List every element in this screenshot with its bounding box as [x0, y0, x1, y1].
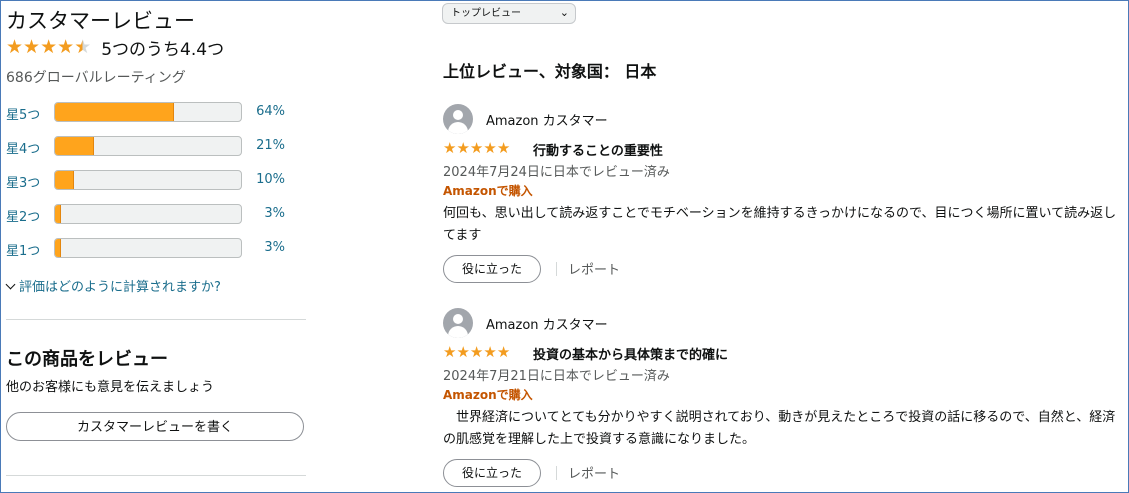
divider [6, 475, 306, 476]
chevron-down-icon: ⌄ [559, 6, 569, 19]
divider [6, 319, 306, 320]
star-full-icon: ★ [496, 139, 511, 157]
sort-dropdown[interactable]: トップレビュー ⌄ [442, 3, 576, 24]
review-title[interactable]: 行動することの重要性 [533, 140, 663, 159]
avatar [443, 104, 473, 134]
star-full-icon: ★ [483, 139, 497, 157]
helpful-button[interactable]: 役に立った [443, 255, 541, 283]
histogram-percent[interactable]: 21% [256, 138, 285, 153]
histogram-bar[interactable] [54, 170, 242, 190]
review-body: 何回も、思い出して読み返すことでモチベーションを維持するきっかけになるので、目に… [443, 206, 1117, 243]
histogram-percent[interactable]: 64% [256, 104, 285, 119]
review-title[interactable]: 投資の基本から具体策まで的確に [533, 344, 728, 363]
review-this-product-subtext: 他のお客様にも意見を伝えましょう [6, 380, 215, 395]
histogram-bar-fill [55, 205, 61, 223]
histogram-bar[interactable] [54, 238, 242, 258]
histogram-label[interactable]: 星2つ [6, 206, 40, 225]
verified-purchase-badge: Amazonで購入 [443, 184, 533, 198]
review-body: 世界経済についてとても分かりやすく説明されており、動きが見えたところで投資の話に… [443, 410, 1116, 447]
helpful-button[interactable]: 役に立った [443, 459, 541, 487]
average-rating[interactable]: ★ ★ ★ ★ ★ 5つのうち4.4つ [6, 35, 225, 61]
report-link[interactable]: レポート [568, 259, 620, 278]
verified-purchase-badge: Amazonで購入 [443, 388, 533, 402]
histogram-bar[interactable] [54, 204, 242, 224]
histogram-bar-fill [55, 171, 74, 189]
histogram-percent[interactable]: 3% [264, 206, 285, 221]
star-full-icon: ★ [443, 139, 457, 157]
how-ratings-calculated-label: 評価はどのように計算されますか? [19, 280, 221, 295]
star-full-icon: ★ [496, 343, 511, 361]
sort-selected-label: トップレビュー [451, 8, 521, 19]
avatar [443, 308, 473, 338]
star-full-icon: ★ [469, 343, 484, 361]
histogram-row-5[interactable]: 星5つ 64% [6, 102, 306, 124]
star-half-icon: ★ [74, 36, 92, 58]
histogram-bar-fill [55, 137, 95, 155]
histogram-percent[interactable]: 10% [256, 172, 285, 187]
histogram-bar[interactable] [54, 136, 242, 156]
star-full-icon: ★ [443, 343, 457, 361]
review-author: Amazon カスタマー [486, 114, 608, 129]
global-ratings-count: 686グローバルレーティング [6, 70, 186, 86]
histogram-bar[interactable] [54, 102, 242, 122]
star-full-icon: ★ [456, 343, 470, 361]
histogram-label[interactable]: 星4つ [6, 138, 40, 157]
star-full-icon: ★ [6, 36, 24, 58]
customer-reviews-title: カスタマーレビュー [6, 9, 195, 33]
rating-text: 5つのうち4.4つ [101, 40, 225, 60]
star-full-icon: ★ [57, 36, 75, 58]
divider [556, 262, 557, 276]
star-full-icon: ★ [456, 139, 470, 157]
star-full-icon: ★ [483, 343, 497, 361]
write-review-button[interactable]: カスタマーレビューを書く [6, 412, 304, 441]
how-ratings-calculated-link[interactable]: 評価はどのように計算されますか? [5, 276, 221, 295]
histogram-row-4[interactable]: 星4つ 21% [6, 136, 306, 158]
star-full-icon: ★ [40, 36, 58, 58]
review-this-product-heading: この商品をレビュー [6, 349, 168, 370]
histogram-label[interactable]: 星1つ [6, 240, 40, 259]
histogram-row-2[interactable]: 星2つ 3% [6, 204, 306, 226]
star-full-icon: ★ [23, 36, 41, 58]
histogram-bar-fill [55, 239, 61, 257]
chevron-down-icon [5, 279, 16, 290]
histogram-bar-fill [55, 103, 175, 121]
review-date: 2024年7月21日に日本でレビュー済み [443, 369, 670, 384]
top-reviews-title: 上位レビュー、対象国： 日本 [443, 62, 657, 81]
histogram-label[interactable]: 星3つ [6, 172, 40, 191]
star-full-icon: ★ [469, 139, 484, 157]
histogram-row-1[interactable]: 星1つ 3% [6, 238, 306, 260]
review-star-rating[interactable]: ★ ★ ★ ★ ★ [443, 141, 510, 156]
histogram-percent[interactable]: 3% [264, 240, 285, 255]
review-star-rating[interactable]: ★ ★ ★ ★ ★ [443, 345, 510, 360]
report-link[interactable]: レポート [568, 463, 620, 482]
histogram-row-3[interactable]: 星3つ 10% [6, 170, 306, 192]
review-date: 2024年7月24日に日本でレビュー済み [443, 165, 670, 180]
divider [556, 466, 557, 480]
histogram-label[interactable]: 星5つ [6, 104, 40, 123]
review-author: Amazon カスタマー [486, 318, 608, 333]
